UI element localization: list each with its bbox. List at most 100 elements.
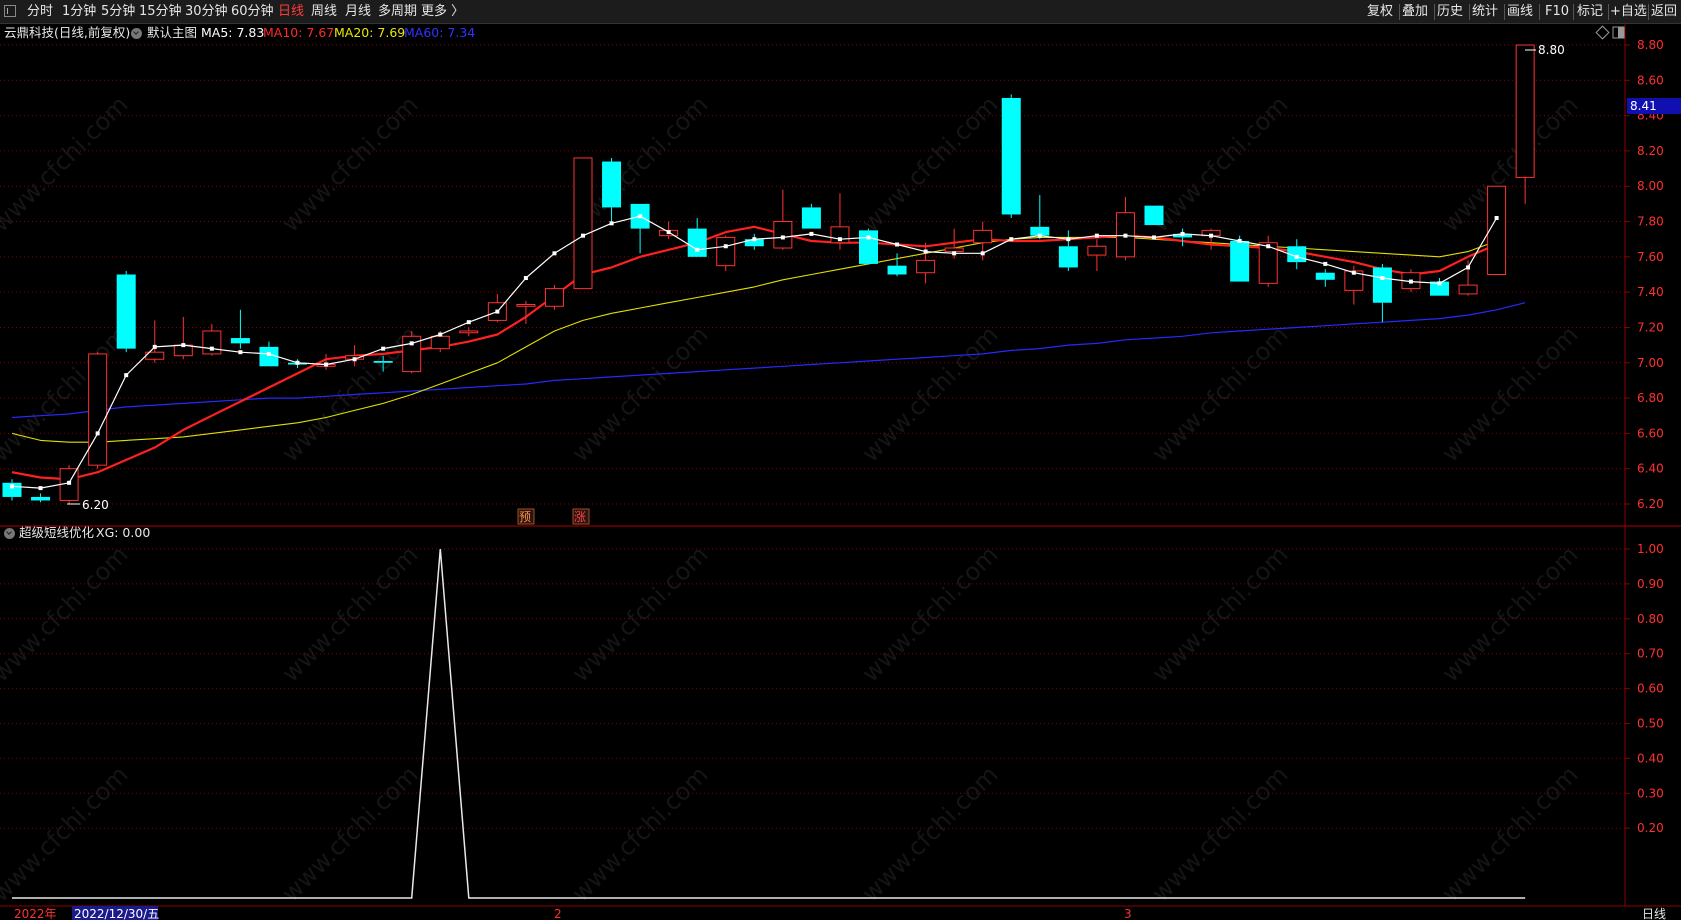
price-tick-label: 8.80 bbox=[1637, 38, 1664, 52]
ma5-point bbox=[38, 486, 43, 491]
ma5-point bbox=[1351, 270, 1356, 275]
toolbar-divider bbox=[1539, 4, 1540, 20]
candle-body-up bbox=[459, 330, 479, 334]
ma5-point bbox=[152, 344, 157, 349]
period-tab-more[interactable]: 更多 〉 bbox=[421, 0, 464, 23]
period-tab-30min[interactable]: 30分钟 bbox=[185, 0, 228, 23]
period-tab-multi[interactable]: 多周期 bbox=[378, 0, 417, 23]
back-button[interactable]: 返回 bbox=[1651, 2, 1677, 21]
ma5-point bbox=[1209, 233, 1214, 238]
indicator-tick-label: 1.00 bbox=[1637, 542, 1664, 556]
diamond-icon[interactable] bbox=[1595, 25, 1610, 40]
ma5-point bbox=[695, 247, 700, 252]
ma5-point bbox=[609, 221, 614, 226]
ma5-point bbox=[980, 251, 985, 256]
candle-body-down bbox=[31, 496, 51, 501]
indicator-axis: 0.20 0.30 0.40 0.50 0.60 0.70 0.80 0.90 1.00 bbox=[1625, 542, 1664, 835]
candle-body-down bbox=[887, 265, 907, 275]
ma5-point bbox=[1237, 238, 1242, 243]
ma5-point bbox=[295, 360, 300, 365]
window-toggle-fill bbox=[1618, 27, 1624, 38]
ma5-point bbox=[1180, 231, 1185, 236]
candle-body-down bbox=[1144, 205, 1164, 226]
candle-body-up bbox=[716, 236, 736, 267]
period-tab-weekly[interactable]: 周线 bbox=[311, 0, 337, 23]
candle-body-up bbox=[944, 247, 964, 253]
toolbar-divider bbox=[1434, 4, 1435, 20]
history-button[interactable]: 历史 bbox=[1437, 2, 1463, 21]
period-tab-1min[interactable]: 1分钟 bbox=[62, 0, 96, 23]
menu-icon[interactable] bbox=[4, 5, 16, 17]
ma5-point bbox=[238, 350, 243, 355]
period-tab-15min[interactable]: 15分钟 bbox=[139, 0, 182, 23]
ma5-point bbox=[438, 332, 443, 337]
price-tick-label: 6.20 bbox=[1637, 497, 1664, 511]
candle-body-up bbox=[544, 288, 564, 307]
ma5-point bbox=[723, 244, 728, 249]
ma5-point bbox=[1266, 244, 1271, 249]
ma5-point bbox=[1437, 281, 1442, 286]
period-tab-60min[interactable]: 60分钟 bbox=[231, 0, 274, 23]
period-tab-intraday[interactable]: 分时 bbox=[27, 0, 53, 23]
grid-lines bbox=[0, 24, 1681, 906]
ma5-point bbox=[1408, 279, 1413, 284]
price-tick-label: 7.80 bbox=[1637, 215, 1664, 229]
add-watchlist-button[interactable]: +自选 bbox=[1610, 2, 1647, 21]
mark-button[interactable]: 标记 bbox=[1577, 2, 1603, 21]
price-tick-label: 7.60 bbox=[1637, 250, 1664, 264]
ma60-line bbox=[11, 302, 1526, 419]
candle-body-down bbox=[1372, 267, 1392, 303]
ma5-point bbox=[409, 341, 414, 346]
restore-rights-button[interactable]: 复权 bbox=[1367, 2, 1393, 21]
overlay-button[interactable]: 叠加 bbox=[1402, 2, 1428, 21]
candle-body-down bbox=[1001, 97, 1021, 215]
candle-body-down bbox=[116, 274, 136, 349]
toolbar-divider bbox=[1399, 4, 1400, 20]
ma5-point bbox=[923, 249, 928, 254]
ma5-point bbox=[780, 235, 785, 240]
ma5-point bbox=[638, 214, 643, 219]
price-tick-label: 6.80 bbox=[1637, 391, 1664, 405]
period-toolbar: 分时 1分钟 5分钟 15分钟 30分钟 60分钟 日线 周线 月线 多周期 更… bbox=[0, 0, 1681, 24]
candle-body-down bbox=[1315, 272, 1335, 280]
stock-chart[interactable]: 6.20 6.40 6.60 6.80 7.00 7.20 7.40 7.60 7.80 8.00… bbox=[0, 24, 1681, 920]
ma5-point bbox=[95, 431, 100, 436]
ma5-point bbox=[952, 251, 957, 256]
price-tick-label: 7.40 bbox=[1637, 285, 1664, 299]
period-tab-5min[interactable]: 5分钟 bbox=[101, 0, 135, 23]
ma5-point bbox=[1294, 254, 1299, 259]
price-tick-label: 8.20 bbox=[1637, 144, 1664, 158]
ma5-point bbox=[752, 237, 757, 242]
ma5-point bbox=[10, 484, 14, 489]
ma5-point bbox=[1466, 265, 1471, 270]
price-tick-label: 7.00 bbox=[1637, 356, 1664, 370]
ma5-point bbox=[552, 251, 557, 256]
year-label: 2022年 bbox=[14, 907, 57, 920]
statistics-button[interactable]: 统计 bbox=[1472, 2, 1498, 21]
period-tab-monthly[interactable]: 月线 bbox=[345, 0, 371, 23]
ma5-point bbox=[1152, 235, 1156, 240]
ma5-point bbox=[495, 309, 500, 314]
date-axis-bar bbox=[0, 906, 1681, 920]
candle-body-down bbox=[373, 361, 393, 363]
period-tab-daily[interactable]: 日线 bbox=[278, 0, 304, 23]
candle-body-down bbox=[1230, 240, 1250, 282]
toolbar-divider bbox=[1504, 4, 1505, 20]
candle-body-up bbox=[773, 221, 793, 249]
low-price-marker: 6.20 bbox=[82, 498, 109, 512]
candle-body-down bbox=[687, 228, 707, 257]
ma5-point bbox=[124, 373, 129, 378]
toolbar-divider bbox=[1608, 4, 1609, 20]
ma5-point bbox=[666, 230, 671, 235]
ma5-point bbox=[67, 480, 72, 485]
price-tick-label: 8.60 bbox=[1637, 73, 1664, 87]
period-label: 日线 bbox=[1642, 907, 1666, 920]
f10-button[interactable]: F10 bbox=[1545, 2, 1569, 21]
ma5-point bbox=[866, 235, 871, 240]
ma5-point bbox=[381, 346, 386, 351]
indicator-tick-label: 0.30 bbox=[1637, 786, 1664, 800]
indicator-tick-label: 0.60 bbox=[1637, 682, 1664, 696]
draw-line-button[interactable]: 画线 bbox=[1507, 2, 1533, 21]
price-tick-label: 8.00 bbox=[1637, 179, 1664, 193]
candlesticks bbox=[2, 44, 1535, 504]
